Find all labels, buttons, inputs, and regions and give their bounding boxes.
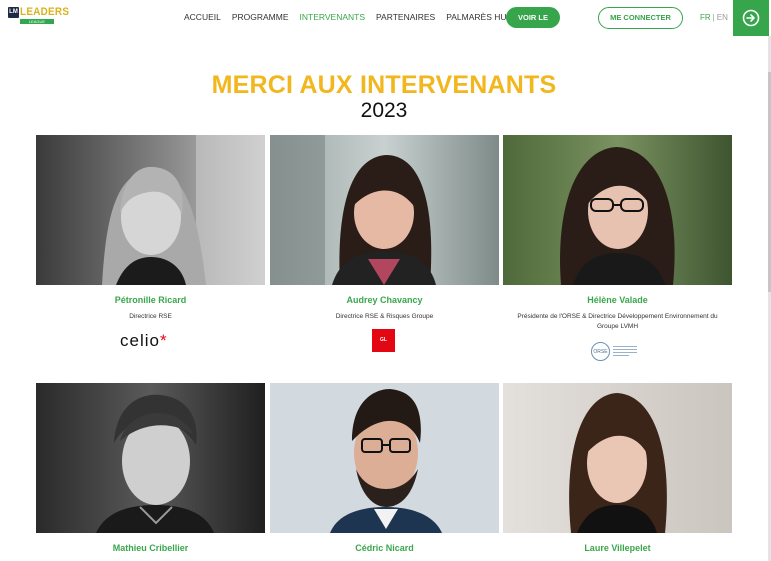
page-year: 2023 bbox=[360, 99, 408, 122]
speaker-name: Hélène Valade bbox=[587, 295, 648, 305]
speaker-photo bbox=[503, 383, 732, 533]
company-logo-orse: ORSE bbox=[591, 342, 637, 361]
company-logo-text: GL events bbox=[375, 337, 392, 366]
login-button[interactable]: ME CONNECTER bbox=[598, 7, 683, 29]
lang-en[interactable]: EN bbox=[717, 13, 728, 22]
speaker-name: Laure Villepelet bbox=[584, 543, 651, 553]
nav-item-programme[interactable]: PROGRAMME bbox=[232, 12, 289, 22]
company-logo-gl-events: GL events bbox=[372, 329, 395, 366]
speaker-photo bbox=[36, 383, 265, 533]
sign-in-icon bbox=[742, 9, 760, 27]
company-logo-text: ORSE bbox=[591, 342, 610, 361]
top-header: LM LEADERS LEAGUE ACCUEIL PROGRAMME INTE… bbox=[0, 0, 771, 43]
speaker-role: Directrice RSE & Risques Groupe bbox=[335, 313, 434, 320]
speaker-name: Cédric Nicard bbox=[355, 543, 414, 553]
lang-fr[interactable]: FR bbox=[700, 13, 711, 22]
celio-star: * bbox=[159, 331, 168, 350]
speaker-role: Directrice RSE bbox=[129, 313, 172, 320]
speaker-card[interactable]: Hélène Valade Présidente de l'ORSE & Dir… bbox=[503, 135, 732, 361]
speaker-name: Audrey Chavancy bbox=[346, 295, 423, 305]
speaker-card[interactable]: Mathieu Cribellier bbox=[36, 383, 265, 553]
site-logo[interactable]: LM LEADERS LEAGUE bbox=[8, 6, 69, 26]
logo-tag: LEAGUE bbox=[20, 19, 54, 24]
speaker-photo bbox=[270, 135, 499, 285]
speaker-card[interactable]: Pétronille Ricard Directrice RSE celio* bbox=[36, 135, 265, 350]
logo-box: LM bbox=[8, 7, 19, 18]
speaker-role: Présidente de l'ORSE & Directrice Dévelo… bbox=[517, 313, 718, 330]
speaker-photo bbox=[503, 135, 732, 285]
lang-separator: | bbox=[712, 13, 715, 22]
orse-tagline-lines bbox=[613, 345, 637, 358]
language-switcher: FR | EN bbox=[700, 13, 728, 22]
company-logo-text: celio* bbox=[120, 331, 168, 350]
login-icon-button[interactable] bbox=[733, 0, 769, 36]
page-title: MERCI AUX INTERVENANTS bbox=[211, 71, 557, 99]
speaker-name: Mathieu Cribellier bbox=[112, 543, 189, 553]
nav-item-intervenants[interactable]: INTERVENANTS bbox=[300, 12, 366, 22]
main-nav: ACCUEIL PROGRAMME INTERVENANTS PARTENAIR… bbox=[184, 12, 522, 22]
logo-word: LEADERS bbox=[20, 6, 70, 18]
speaker-card[interactable]: Audrey Chavancy Directrice RSE & Risques… bbox=[270, 135, 499, 366]
replay-button[interactable]: VOIR LE REPLAY bbox=[506, 7, 560, 43]
speaker-card[interactable]: Laure Villepelet bbox=[503, 383, 732, 553]
speaker-card[interactable]: Cédric Nicard bbox=[270, 383, 499, 553]
nav-item-accueil[interactable]: ACCUEIL bbox=[184, 12, 221, 22]
speaker-photo bbox=[36, 135, 265, 285]
nav-item-partenaires[interactable]: PARTENAIRES bbox=[376, 12, 435, 22]
speaker-photo bbox=[270, 383, 499, 533]
company-logo-celio: celio* bbox=[120, 331, 168, 351]
speaker-name: Pétronille Ricard bbox=[114, 295, 187, 305]
